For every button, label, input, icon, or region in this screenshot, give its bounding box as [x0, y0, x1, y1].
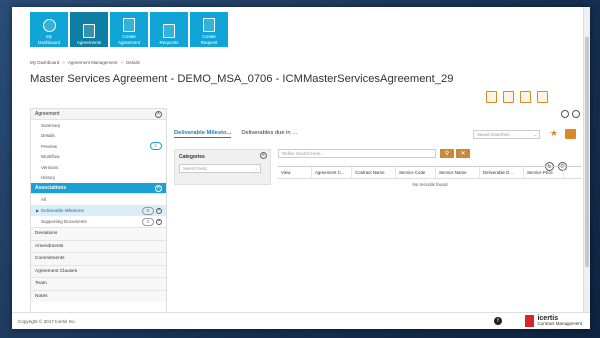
nav-create-agreement[interactable]: Create Agreement	[110, 12, 148, 47]
breadcrumb-separator: >	[62, 60, 65, 65]
agreements-icon	[83, 23, 95, 38]
categories-panel: Categories « Select Field... ⌄	[174, 149, 271, 185]
sidebar-item-details[interactable]: Details	[31, 131, 166, 142]
count-badge: 1	[149, 142, 162, 151]
column-header[interactable]: View	[278, 167, 312, 178]
folder-icon[interactable]	[565, 129, 576, 139]
select-field-dropdown[interactable]: Select Field... ⌄	[179, 164, 261, 173]
add-icon[interactable]: +	[156, 207, 162, 214]
requests-icon	[163, 23, 175, 38]
copy-icon[interactable]	[520, 91, 531, 103]
count-badge: 0	[141, 217, 154, 226]
brand-logo: icertis Contract Management	[525, 315, 582, 328]
print-icon[interactable]	[503, 91, 514, 103]
breadcrumb-section[interactable]: Agreement Management	[68, 60, 118, 65]
breadcrumb-separator: >	[120, 60, 124, 65]
collapse-icon[interactable]: ˄	[155, 110, 162, 118]
sidebar-category-deviations[interactable]: Deviations	[31, 227, 166, 240]
sidebar-category-commitments[interactable]: Commitments	[31, 252, 166, 265]
column-header[interactable]: Deliverable D...	[480, 167, 524, 178]
chevron-down-icon: ⌄	[533, 131, 537, 137]
sidebar-header-agreement[interactable]: Agreement ˄	[31, 109, 166, 120]
star-icon[interactable]: ★	[550, 129, 558, 138]
search-icon: ⚲	[444, 151, 450, 157]
add-icon[interactable]: +	[156, 218, 162, 225]
caret-right-icon: ▶	[36, 208, 40, 213]
sidebar-category-agreement-clauses[interactable]: Agreement Clauses	[31, 264, 166, 277]
sidebar-item-deliverable-milestone[interactable]: ▶ Deliverable Milestone 0 +	[31, 205, 166, 216]
sidebar-item-summary[interactable]: Summary	[31, 120, 166, 131]
count-badge: 0	[141, 206, 154, 215]
nav-agreements[interactable]: Agreements	[70, 12, 108, 47]
scrollbar-thumb[interactable]	[585, 37, 589, 267]
export-icon[interactable]	[486, 91, 497, 103]
nav-my-dashboard[interactable]: My Dashboard	[30, 12, 68, 47]
main-panel: Deliverable Milesto... Deliverables due …	[172, 108, 582, 318]
tabs: Deliverable Milesto... Deliverables due …	[174, 130, 297, 138]
clear-search-button[interactable]: ✕	[456, 149, 470, 158]
sidebar-category-notes[interactable]: Notes	[31, 289, 166, 302]
close-icon: ✕	[460, 151, 466, 157]
search-input[interactable]: Refine Search Here...	[278, 149, 436, 158]
sidebar-category-team[interactable]: Team	[31, 277, 166, 290]
dashboard-icon	[42, 19, 56, 33]
collapse-icon[interactable]: ˄	[155, 184, 162, 192]
categories-title: Categories	[179, 154, 205, 160]
footer: Copyright © 2017 Icertis Inc. f icertis …	[12, 312, 590, 329]
column-header[interactable]: Service Price	[524, 167, 564, 178]
search-button[interactable]: ⚲	[440, 149, 454, 158]
sidebar: Agreement ˄ Summary Details Preview 1 Wor…	[30, 108, 167, 318]
breadcrumb-current: Details	[126, 60, 140, 65]
sidebar-item-preview[interactable]: Preview 1	[31, 141, 166, 152]
saved-searches-select[interactable]: Saved Searches... ⌄	[473, 130, 540, 139]
facebook-icon[interactable]: f	[494, 317, 502, 325]
sidebar-category-amendments[interactable]: Amendments	[31, 239, 166, 252]
tab-deliverable-milestone[interactable]: Deliverable Milesto...	[174, 130, 232, 138]
results-grid: View Agreement C... Contract Name Servic…	[278, 166, 582, 187]
view-toggle	[561, 110, 580, 118]
collapse-left-icon[interactable]: «	[260, 152, 267, 159]
sidebar-item-supporting-documents[interactable]: Supporting Documents 0 +	[31, 216, 166, 227]
column-header[interactable]: Contract Name	[352, 167, 396, 178]
scrollbar[interactable]	[583, 7, 590, 312]
empty-message: No records found	[412, 182, 448, 187]
create-agreement-icon	[123, 18, 135, 33]
column-header[interactable]: Agreement C...	[312, 167, 352, 178]
grid-header: View Agreement C... Contract Name Servic…	[278, 167, 582, 179]
column-header[interactable]: Service Code	[396, 167, 436, 178]
sidebar-item-versions[interactable]: Versions	[31, 162, 166, 173]
tab-deliverables-due[interactable]: Deliverables due in ...	[241, 130, 297, 138]
column-header[interactable]: Service Name	[436, 167, 480, 178]
clone-icon[interactable]	[537, 91, 548, 103]
create-request-icon	[203, 18, 215, 33]
page-title: Master Services Agreement - DEMO_MSA_070…	[30, 73, 454, 85]
sidebar-item-history[interactable]: History	[31, 173, 166, 184]
brand-sub: Contract Management	[537, 321, 582, 327]
app-window: My Dashboard Agreements Create Agreement…	[12, 7, 590, 329]
list-view-icon[interactable]	[561, 110, 569, 118]
chevron-down-icon: ⌄	[254, 165, 258, 171]
icertis-logo-mark	[525, 315, 535, 328]
sidebar-item-all[interactable]: All	[31, 194, 166, 205]
sidebar-item-workflow[interactable]: Workflow	[31, 152, 166, 163]
nav-requests[interactable]: Requests	[150, 12, 188, 47]
grid-view-icon[interactable]	[572, 110, 580, 118]
breadcrumb-home[interactable]: My Dashboard	[30, 60, 59, 65]
sidebar-header-associations[interactable]: Associations ˄	[31, 183, 166, 194]
breadcrumb: My Dashboard > Agreement Management > De…	[30, 60, 140, 65]
nav-create-request[interactable]: Create Request	[190, 12, 228, 47]
copyright: Copyright © 2017 Icertis Inc.	[18, 319, 77, 324]
top-navigation: My Dashboard Agreements Create Agreement…	[30, 12, 228, 47]
agreement-actions	[486, 91, 548, 103]
